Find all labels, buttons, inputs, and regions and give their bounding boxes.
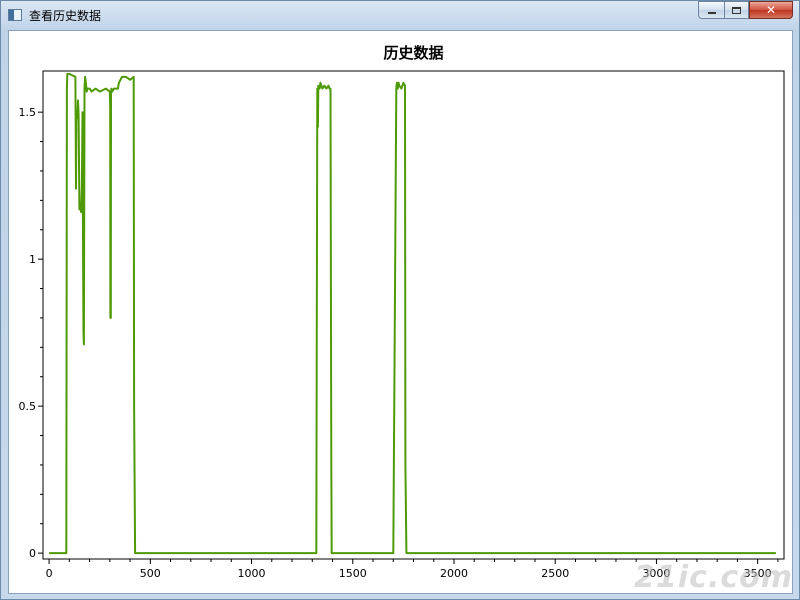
minimize-button[interactable] — [698, 1, 724, 19]
window-title: 查看历史数据 — [29, 9, 102, 23]
chart-panel: 历史数据 0 500 1000 1500 2000 2500 3000 3500 0 0.5 1 1… — [8, 30, 793, 594]
maximize-button[interactable] — [724, 1, 749, 19]
x-tick-label: 2000 — [440, 567, 468, 580]
close-button[interactable]: ✕ — [749, 1, 793, 19]
y-axis: 0 0.5 1 1.5 — [19, 106, 43, 560]
series-line-0 — [49, 72, 776, 555]
app-icon — [8, 9, 22, 21]
plot-area — [42, 70, 785, 560]
caption-buttons: ✕ — [698, 1, 793, 21]
y-tick-label: 1 — [29, 253, 36, 266]
y-tick-label: 0.5 — [19, 400, 37, 413]
x-tick-label: 0 — [46, 567, 53, 580]
watermark-logo: 21ic.com — [634, 560, 793, 595]
x-tick-label: 500 — [140, 567, 161, 580]
title-bar[interactable]: 查看历史数据 ✕ — [1, 1, 799, 29]
app-window: 查看历史数据 ✕ 历史数据 0 500 1000 1500 2000 2500 3000 35… — [0, 0, 800, 600]
x-tick-label: 1500 — [339, 567, 367, 580]
chart-title: 历史数据 — [383, 44, 443, 62]
history-chart: 历史数据 0 500 1000 1500 2000 2500 3000 3500 00.511… — [19, 44, 785, 580]
y-tick-label: 1.5 — [19, 106, 37, 119]
x-tick-label: 2500 — [541, 567, 569, 580]
x-tick-label: 1000 — [238, 567, 266, 580]
series-layer — [49, 72, 776, 555]
minimize-icon — [707, 12, 716, 14]
maximize-icon — [732, 6, 741, 14]
y-tick-label: 0 — [29, 547, 36, 560]
close-icon: ✕ — [765, 3, 777, 17]
